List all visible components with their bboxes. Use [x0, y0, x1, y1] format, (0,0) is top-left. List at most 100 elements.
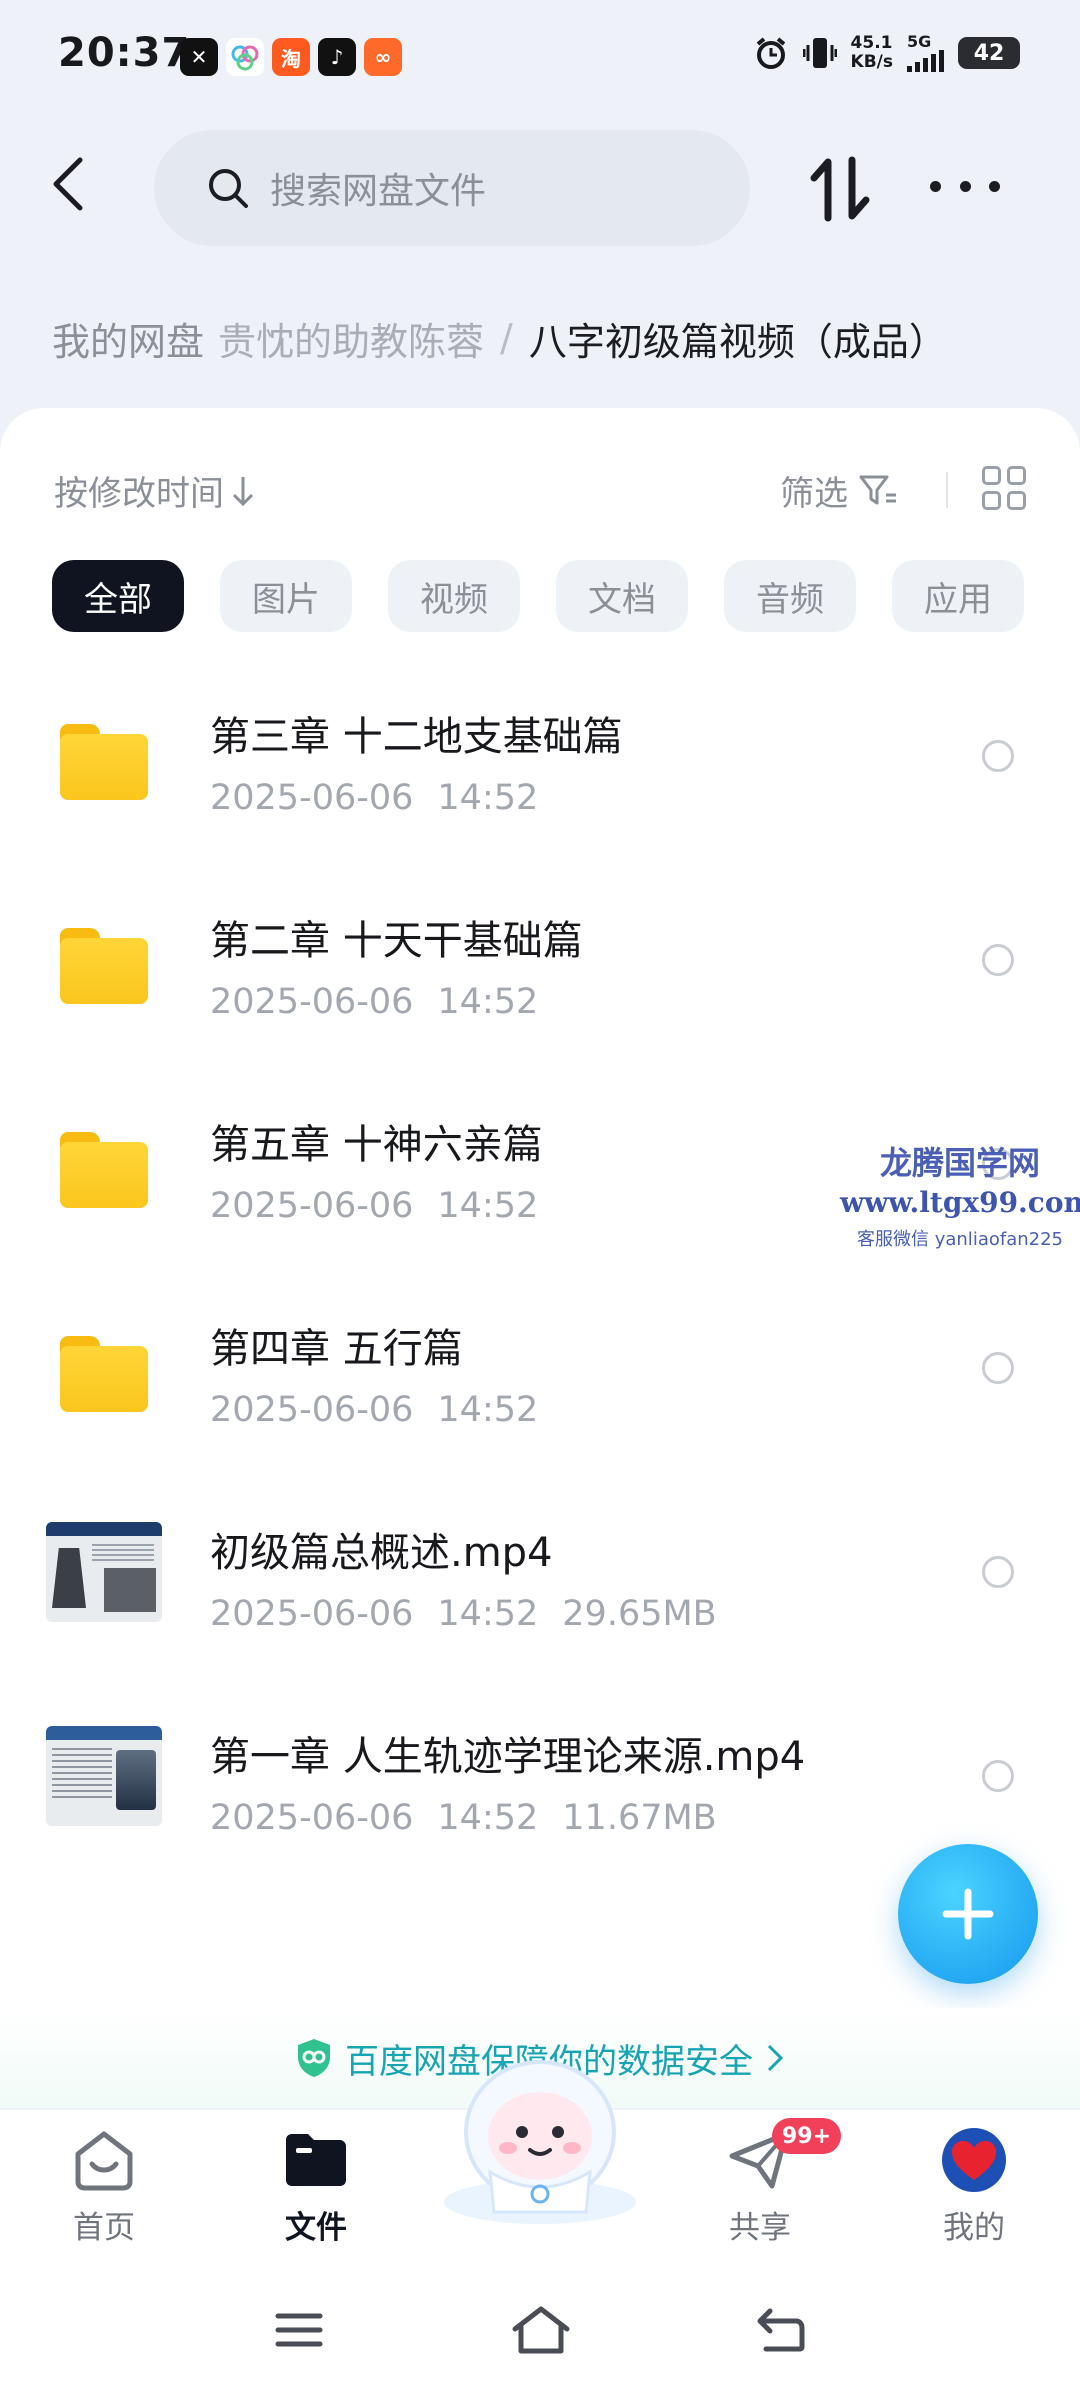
watermark-url: www.ltgx99.com — [840, 1186, 1080, 1219]
file-time: 14:52 — [437, 1798, 539, 1838]
dot-icon — [930, 180, 941, 192]
select-radio[interactable] — [982, 944, 1014, 976]
chip-all[interactable]: 全部 — [52, 560, 184, 632]
net-speed-unit: KB/s — [850, 52, 893, 72]
chip-documents[interactable]: 文档 — [556, 560, 688, 632]
chip-audio[interactable]: 音频 — [724, 560, 856, 632]
file-row[interactable]: 第三章 十二地支基础篇 2025-06-06 14:52 — [0, 674, 1080, 878]
home-outline-icon — [512, 2306, 570, 2354]
watermark-title: 龙腾国学网 — [879, 1144, 1040, 1182]
select-radio[interactable] — [982, 740, 1014, 772]
grid-view-button[interactable] — [982, 466, 1026, 510]
file-name: 第二章 十天干基础篇 — [210, 918, 583, 964]
shield-icon — [298, 2039, 330, 2077]
cell-signal: 5G — [907, 34, 944, 72]
status-app-icons: ✕ 淘 ♪ ∞ — [180, 38, 402, 76]
select-radio[interactable] — [982, 1556, 1014, 1588]
breadcrumb-parent[interactable]: 贵忱的助教陈蓉 — [218, 311, 484, 366]
vibrate-icon — [802, 38, 837, 68]
nav-files-label: 文件 — [285, 2210, 347, 2246]
alarm-icon — [756, 37, 785, 69]
folder-icon — [46, 910, 162, 1014]
select-radio[interactable] — [982, 1760, 1014, 1792]
status-indicators: 45.1 KB/s 5G 42 — [753, 34, 1020, 72]
home-system-button[interactable] — [506, 2300, 576, 2360]
file-date: 2025-06-06 — [210, 1186, 414, 1226]
video-thumbnail — [46, 1522, 162, 1626]
back-button[interactable] — [38, 152, 98, 216]
toolbar-divider — [946, 472, 948, 508]
nav-share[interactable]: 共享 99+ — [690, 2118, 842, 2247]
grid-cell-icon — [1007, 466, 1026, 485]
watermark-note: 客服微信 yanliaofan225 — [857, 1229, 1063, 1250]
file-name: 第四章 五行篇 — [210, 1326, 463, 1372]
battery-icon: 42 — [958, 37, 1020, 69]
plus-icon — [942, 1888, 994, 1940]
taobao-icon: 淘 — [272, 38, 310, 76]
grid-cell-icon — [982, 466, 1001, 485]
system-navigation — [0, 2260, 1080, 2400]
more-options-button[interactable] — [930, 166, 1000, 206]
breadcrumb-root[interactable]: 我的网盘 — [52, 311, 218, 366]
select-radio[interactable] — [982, 1352, 1014, 1384]
file-name: 初级篇总概述.mp4 — [210, 1530, 553, 1576]
search-icon — [209, 169, 248, 208]
status-bar: 20:37 ✕ 淘 ♪ ∞ 45.1 KB/s 5G 42 — [0, 0, 1080, 118]
breadcrumb: 我的网盘 贵忱的助教陈蓉 / 八字初级篇视频（成品） — [0, 296, 1080, 380]
back-system-button[interactable] — [746, 2300, 816, 2360]
file-date: 2025-06-06 — [210, 778, 414, 818]
status-time: 20:37 — [58, 30, 191, 76]
nav-me-label: 我的 — [943, 2210, 1005, 2246]
file-date: 2025-06-06 — [210, 982, 414, 1022]
category-chips: 全部 图片 视频 文档 音频 应用 — [52, 560, 1024, 632]
nav-me[interactable]: 我的 — [904, 2126, 1044, 2247]
file-size: 29.65MB — [562, 1594, 717, 1634]
file-time: 14:52 — [437, 1594, 539, 1634]
file-name: 第五章 十神六亲篇 — [210, 1122, 543, 1168]
file-browser: 按修改时间 筛选 全部 图片 视频 文档 音频 应用 第三章 十二地支基础篇 2… — [0, 408, 1080, 2108]
file-date: 2025-06-06 — [210, 1798, 414, 1838]
breadcrumb-separator: / — [500, 316, 513, 360]
add-button[interactable] — [898, 1844, 1038, 1984]
video-thumbnail — [46, 1726, 162, 1830]
capcut-icon: ✕ — [180, 38, 218, 76]
chevron-right-icon — [767, 2044, 784, 2072]
chip-images[interactable]: 图片 — [220, 560, 352, 632]
back-arrow-icon — [757, 2308, 805, 2352]
file-time: 14:52 — [437, 1186, 539, 1226]
transfer-sort-icon[interactable] — [808, 154, 872, 224]
watermark: 龙腾国学网 www.ltgx99.com 客服微信 yanliaofan225 — [840, 1138, 1080, 1251]
chevron-left-icon — [53, 157, 83, 211]
avatar — [942, 2128, 1006, 2192]
file-row[interactable]: 第二章 十天干基础篇 2025-06-06 14:52 — [0, 878, 1080, 1082]
file-name: 第一章 人生轨迹学理论来源.mp4 — [210, 1734, 806, 1780]
file-row[interactable]: 第四章 五行篇 2025-06-06 14:52 — [0, 1286, 1080, 1490]
search-input[interactable]: 搜索网盘文件 — [154, 130, 750, 246]
file-meta: 2025-06-06 14:52 — [210, 778, 538, 818]
chip-videos[interactable]: 视频 — [388, 560, 520, 632]
file-time: 14:52 — [437, 1390, 539, 1430]
signal-bars-icon — [907, 50, 944, 72]
mascot-assistant-icon[interactable] — [430, 2052, 650, 2228]
arrow-down-icon — [232, 476, 254, 506]
chip-apps[interactable]: 应用 — [892, 560, 1024, 632]
dot-icon — [989, 180, 1000, 192]
file-meta: 2025-06-06 14:52 — [210, 1186, 538, 1226]
file-time: 14:52 — [437, 778, 539, 818]
file-meta: 2025-06-06 14:52 — [210, 982, 538, 1022]
tiktok-icon: ♪ — [318, 38, 356, 76]
nav-home[interactable]: 首页 — [34, 2126, 174, 2247]
notification-badge: 99+ — [772, 2118, 842, 2154]
header: 搜索网盘文件 — [0, 118, 1080, 258]
nav-home-label: 首页 — [73, 2210, 135, 2246]
recent-apps-button[interactable] — [264, 2300, 334, 2360]
folder-icon — [46, 1318, 162, 1422]
net-speed-value: 45.1 — [850, 33, 893, 53]
sort-button[interactable]: 按修改时间 — [54, 466, 256, 515]
breadcrumb-current: 八字初级篇视频（成品） — [528, 319, 947, 364]
filter-button[interactable]: 筛选 — [780, 466, 898, 515]
file-time: 14:52 — [437, 982, 539, 1022]
file-row[interactable]: 初级篇总概述.mp4 2025-06-06 14:52 29.65MB — [0, 1490, 1080, 1694]
nav-files[interactable]: 文件 — [246, 2126, 386, 2247]
file-meta: 2025-06-06 14:52 29.65MB — [210, 1594, 717, 1634]
